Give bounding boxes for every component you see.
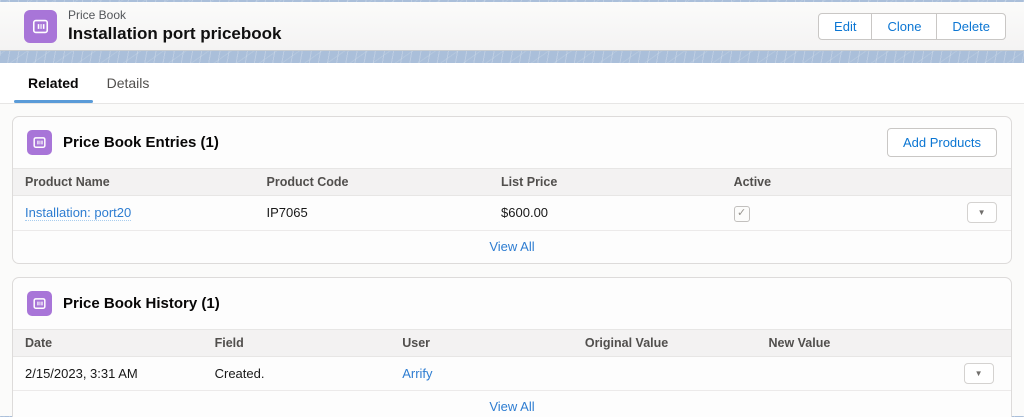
new-value-cell xyxy=(756,356,957,391)
clone-button[interactable]: Clone xyxy=(871,12,938,40)
original-value-cell xyxy=(572,356,757,391)
entries-view-all-link[interactable]: View All xyxy=(489,239,534,254)
col-header-row-actions xyxy=(956,328,1011,357)
table-row: 2/15/2023, 3:31 AM Created. Arrify ▼ xyxy=(13,356,1011,391)
col-header-product-code: Product Code xyxy=(254,168,490,196)
tab-details[interactable]: Details xyxy=(93,63,164,103)
table-row: Installation: port20 IP7065 $600.00 ✓ ▼ xyxy=(13,195,1011,231)
col-header-field: Field xyxy=(202,328,391,357)
active-checkbox: ✓ xyxy=(733,205,750,222)
entries-card-title: Price Book Entries (1) xyxy=(63,134,219,151)
product-code-cell: IP7065 xyxy=(254,195,490,231)
record-header: Price Book Installation port pricebook E… xyxy=(0,2,1024,51)
pricebook-icon xyxy=(24,9,57,43)
row-actions-dropdown-icon[interactable]: ▼ xyxy=(963,362,994,384)
col-header-list-price: List Price xyxy=(489,168,722,196)
col-header-product-name: Product Name xyxy=(13,168,255,196)
price-book-history-card: Price Book History (1) Date Field User O… xyxy=(12,276,1012,417)
list-price-cell: $600.00 xyxy=(489,195,722,231)
history-view-all-link[interactable]: View All xyxy=(489,399,534,414)
background-pattern-strip xyxy=(0,51,1024,63)
tab-related[interactable]: Related xyxy=(14,63,93,103)
col-header-active: Active xyxy=(721,168,963,196)
col-header-user: User xyxy=(390,328,573,357)
pricebook-icon xyxy=(27,290,52,316)
edit-button[interactable]: Edit xyxy=(818,12,873,40)
record-action-group: Edit Clone Delete xyxy=(818,12,1006,40)
price-book-entries-card: Price Book Entries (1) Add Products Prod… xyxy=(12,116,1012,264)
record-tabbar: Related Details xyxy=(0,63,1024,104)
row-actions-dropdown-icon[interactable]: ▼ xyxy=(966,202,997,224)
history-card-title: Price Book History (1) xyxy=(63,294,220,312)
delete-button[interactable]: Delete xyxy=(936,12,1006,40)
product-name-link[interactable]: Installation: port20 xyxy=(25,205,132,222)
history-table: Date Field User Original Value New Value… xyxy=(13,328,1011,391)
col-header-date: Date xyxy=(13,328,203,357)
user-link[interactable]: Arrify xyxy=(402,366,432,381)
entity-label: Price Book xyxy=(68,8,127,22)
field-cell: Created. xyxy=(202,356,391,391)
related-content: Price Book Entries (1) Add Products Prod… xyxy=(0,104,1024,417)
col-header-new-value: New Value xyxy=(756,328,957,357)
col-header-original-value: Original Value xyxy=(572,328,757,357)
pricebook-icon xyxy=(27,130,52,155)
date-cell: 2/15/2023, 3:31 AM xyxy=(13,356,203,391)
entries-table: Product Name Product Code List Price Act… xyxy=(13,168,1011,231)
add-products-button[interactable]: Add Products xyxy=(886,128,997,157)
col-header-row-actions xyxy=(962,168,1011,196)
page-title: Installation port pricebook xyxy=(68,24,282,43)
